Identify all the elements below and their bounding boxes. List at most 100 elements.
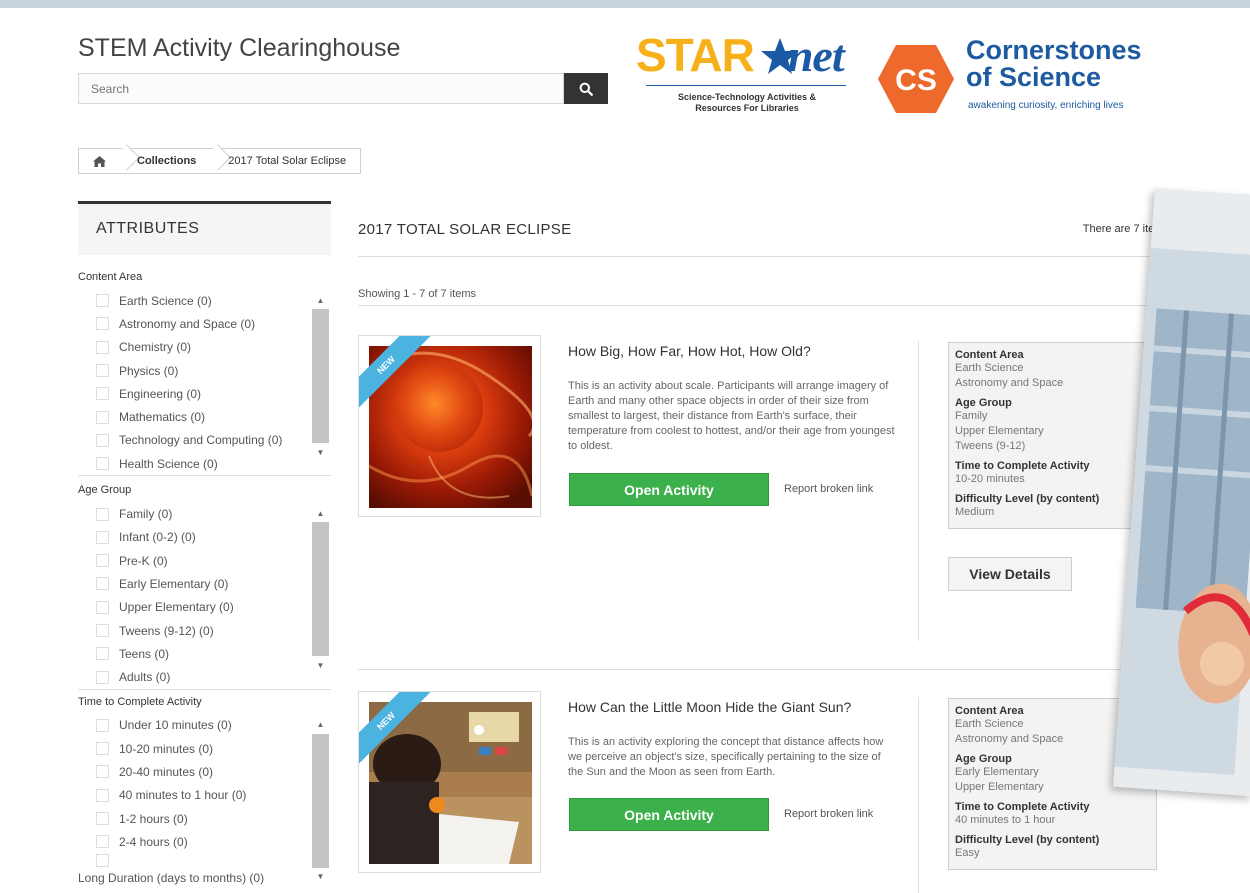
cornerstones-logo[interactable]: CS Cornerstones of Science awakening cur…: [876, 37, 1176, 123]
vertical-divider: [918, 697, 919, 893]
facet-option[interactable]: Family (0): [78, 502, 331, 525]
activity-thumbnail[interactable]: NEW: [358, 335, 541, 517]
checkbox[interactable]: [96, 507, 109, 521]
checkbox[interactable]: [96, 647, 109, 661]
checkbox[interactable]: [96, 788, 109, 802]
scroll-up-icon[interactable]: ▲: [312, 506, 329, 520]
facet-options: Family (0) Infant (0-2) (0) Pre-K (0) Ea…: [78, 502, 331, 690]
scroll-up-icon[interactable]: ▲: [312, 293, 329, 307]
checkbox[interactable]: [96, 600, 109, 614]
search-button[interactable]: [564, 73, 608, 104]
scroll-down-icon[interactable]: ▼: [312, 445, 329, 459]
view-details-button[interactable]: View Details: [948, 557, 1072, 591]
report-broken-link[interactable]: Report broken link: [784, 483, 873, 495]
checkbox[interactable]: [96, 294, 109, 308]
scroll-up-icon[interactable]: ▲: [312, 718, 329, 732]
meta-value: 10-20 minutes: [955, 473, 1025, 485]
site-title[interactable]: STEM Activity Clearinghouse: [78, 34, 400, 63]
open-activity-button[interactable]: Open Activity: [569, 473, 769, 506]
facet-option[interactable]: Engineering (0): [78, 382, 331, 405]
facet-option[interactable]: 1-2 hours (0): [78, 807, 331, 830]
page: STEM Activity Clearinghouse STARnet Scie…: [0, 8, 1250, 893]
checkbox[interactable]: [96, 812, 109, 826]
facet-option[interactable]: Earth Science (0): [78, 289, 331, 312]
checkbox[interactable]: [96, 670, 109, 684]
facet-option[interactable]: Infant (0-2) (0): [78, 526, 331, 549]
breadcrumb-collections[interactable]: Collections: [119, 149, 210, 173]
search-input[interactable]: [78, 73, 564, 104]
breadcrumb: Collections 2017 Total Solar Eclipse: [78, 148, 362, 174]
facet-time: Time to Complete Activity Under 10 minut…: [78, 696, 331, 892]
breadcrumb-home[interactable]: [79, 149, 119, 173]
activity-description: This is an activity exploring the concep…: [568, 736, 884, 778]
activity-card: NEW How Can the Little Moon Hide the Gia…: [358, 691, 1172, 893]
facet-age-group: Age Group Family (0) Infant (0-2) (0) Pr…: [78, 484, 331, 690]
cos-hexagon-icon: CS: [878, 45, 954, 113]
starnet-logo[interactable]: STAR net Science-Technology Activities & …: [636, 30, 862, 126]
meta-value: 40 minutes to 1 hour: [955, 814, 1056, 826]
facet-scrollbar[interactable]: ▲ ▼: [312, 718, 329, 884]
checkbox[interactable]: [96, 410, 109, 424]
meta-value: Upper Elementary: [955, 425, 1044, 437]
facet-option[interactable]: Physics (0): [78, 359, 331, 382]
checkbox[interactable]: [96, 742, 109, 756]
facet-option[interactable]: 20-40 minutes (0): [78, 760, 331, 783]
facet-option[interactable]: 2-4 hours (0): [78, 830, 331, 853]
report-broken-link[interactable]: Report broken link: [784, 808, 873, 820]
scroll-down-icon[interactable]: ▼: [312, 658, 329, 672]
facet-option[interactable]: Adults (0): [78, 665, 331, 688]
checkbox[interactable]: [96, 340, 109, 354]
scroll-down-icon[interactable]: ▼: [312, 870, 329, 884]
facet-options: Under 10 minutes (0) 10-20 minutes (0) 2…: [78, 714, 331, 892]
showing-count: Showing 1 - 7 of 7 items: [358, 288, 477, 300]
facet-option[interactable]: 40 minutes to 1 hour (0): [78, 784, 331, 807]
facet-option[interactable]: Upper Elementary (0): [78, 596, 331, 619]
home-icon: [92, 155, 106, 167]
facet-options: Earth Science (0) Astronomy and Space (0…: [78, 289, 331, 477]
checkbox[interactable]: [96, 554, 109, 568]
checkbox[interactable]: [96, 387, 109, 401]
facet-option[interactable]: Teens (0): [78, 642, 331, 665]
checkbox[interactable]: [96, 530, 109, 544]
facet-option[interactable]: Long Duration (days to months) (0): [78, 853, 331, 892]
checkbox[interactable]: [96, 577, 109, 591]
cos-hex-text: CS: [895, 64, 937, 97]
activity-description: This is an activity about scale. Partici…: [568, 380, 895, 452]
facet-scrollbar[interactable]: ▲ ▼: [312, 293, 329, 459]
facet-option[interactable]: Under 10 minutes (0): [78, 714, 331, 737]
facet-option[interactable]: Astronomy and Space (0): [78, 312, 331, 335]
scroll-thumb[interactable]: [312, 733, 329, 868]
checkbox[interactable]: [96, 853, 109, 867]
facet-content-area: Content Area Earth Science (0) Astronomy…: [78, 271, 331, 477]
divider: [358, 256, 1172, 257]
attributes-sidebar: ATTRIBUTES Content Area Earth Science (0…: [78, 201, 331, 892]
checkbox[interactable]: [96, 364, 109, 378]
checkbox[interactable]: [96, 317, 109, 331]
divider: [358, 305, 1172, 306]
checkbox[interactable]: [96, 718, 109, 732]
meta-value: Family: [955, 410, 988, 422]
checkbox[interactable]: [96, 457, 109, 471]
activity-thumbnail[interactable]: NEW: [358, 691, 541, 873]
facet-option[interactable]: Mathematics (0): [78, 405, 331, 428]
checkbox[interactable]: [96, 433, 109, 447]
scroll-thumb[interactable]: [312, 522, 329, 657]
facet-option[interactable]: Chemistry (0): [78, 336, 331, 359]
search-bar: [78, 73, 608, 104]
attributes-heading: ATTRIBUTES: [78, 201, 331, 255]
checkbox[interactable]: [96, 624, 109, 637]
facet-title: Content Area: [78, 271, 143, 283]
checkbox[interactable]: [96, 765, 109, 779]
checkbox[interactable]: [96, 835, 109, 849]
open-activity-button[interactable]: Open Activity: [569, 798, 769, 831]
activity-title[interactable]: How Big, How Far, How Hot, How Old?: [568, 343, 811, 359]
facet-option[interactable]: Technology and Computing (0): [78, 429, 331, 452]
activity-title[interactable]: How Can the Little Moon Hide the Giant S…: [568, 699, 851, 715]
facet-option[interactable]: Tweens (9-12) (0): [78, 619, 331, 642]
facet-option[interactable]: Pre-K (0): [78, 549, 331, 572]
facet-option[interactable]: 10-20 minutes (0): [78, 737, 331, 760]
facet-scrollbar[interactable]: ▲ ▼: [312, 506, 329, 672]
facet-option[interactable]: Early Elementary (0): [78, 572, 331, 595]
facet-option[interactable]: Health Science (0): [78, 452, 331, 475]
scroll-thumb[interactable]: [312, 309, 329, 443]
